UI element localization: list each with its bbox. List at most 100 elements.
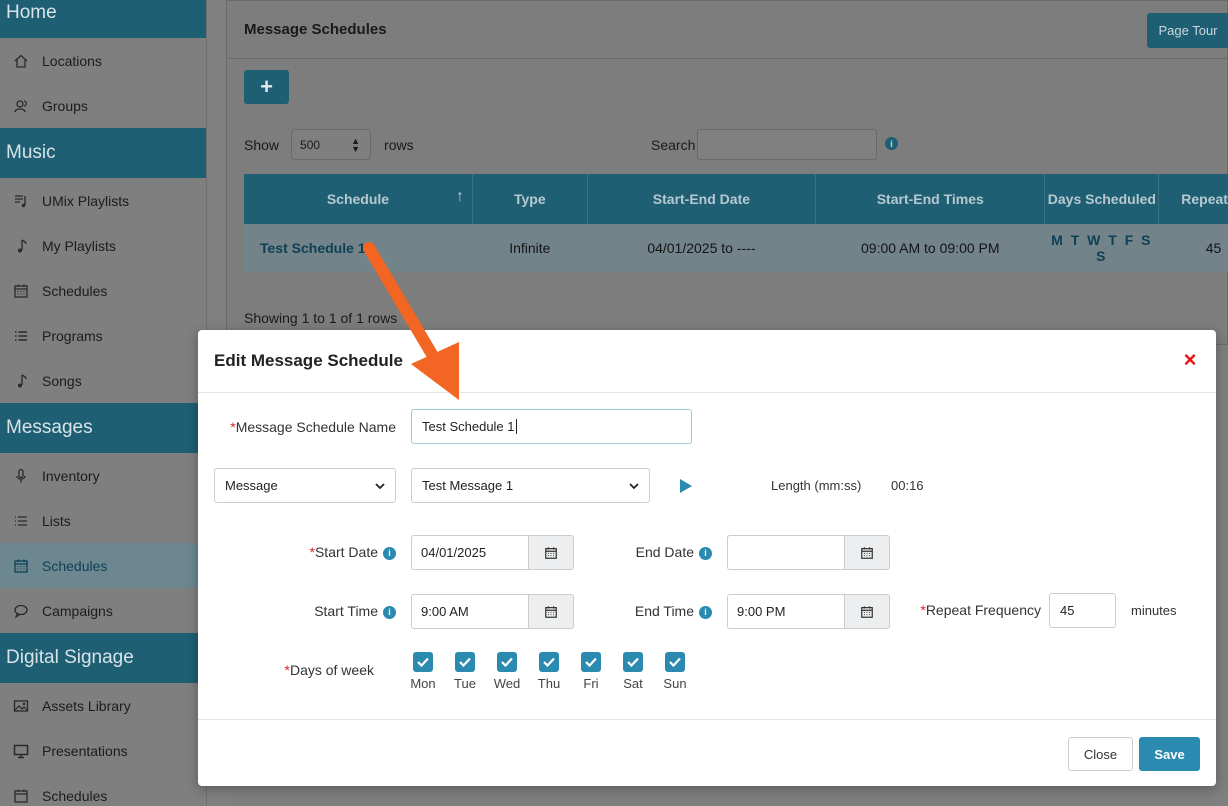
sidebar-item-label: Lists	[42, 512, 71, 529]
days-cell: M T W T F S S	[1044, 224, 1159, 272]
sidebar-item-label: Schedules	[42, 557, 108, 574]
start-time-input[interactable]: 9:00 AM	[411, 594, 528, 629]
checkbox-checked-icon[interactable]	[539, 652, 559, 672]
info-icon[interactable]: i	[699, 605, 712, 619]
schedule-name-link[interactable]: Test Schedule 1	[244, 224, 473, 272]
calendar-icon[interactable]	[844, 594, 890, 629]
calendar-icon[interactable]	[528, 594, 574, 629]
info-icon[interactable]: i	[383, 605, 396, 619]
section-title: Digital Signage	[6, 647, 134, 668]
sidebar-item-music-schedules[interactable]: Schedules	[0, 268, 206, 313]
end-time-picker: 9:00 PM	[727, 594, 890, 629]
days-link[interactable]: M T W T F S S	[1051, 232, 1152, 264]
day-label: Wed	[493, 676, 521, 691]
checkbox-checked-icon[interactable]	[455, 652, 475, 672]
playlist-icon	[13, 193, 29, 209]
sidebar-item-locations[interactable]: Locations	[0, 38, 206, 83]
day-label: Sat	[623, 676, 643, 691]
info-icon[interactable]: i	[699, 546, 712, 560]
checkbox-checked-icon[interactable]	[665, 652, 685, 672]
sidebar-item-my-playlists[interactable]: My Playlists	[0, 223, 206, 268]
message-select[interactable]: Test Message 1	[411, 468, 650, 503]
checkbox-checked-icon[interactable]	[623, 652, 643, 672]
column-header-type[interactable]: Type	[472, 174, 588, 224]
column-header-start-end-times[interactable]: Start-End Times	[815, 174, 1046, 224]
sidebar-item-campaigns[interactable]: Campaigns	[0, 588, 206, 633]
sidebar-item-label: Assets Library	[42, 697, 131, 714]
sidebar-item-inventory[interactable]: Inventory	[0, 453, 206, 498]
sidebar-item-presentations[interactable]: Presentations	[0, 728, 206, 773]
show-label: Show	[244, 136, 280, 153]
start-date-input[interactable]: 04/01/2025	[411, 535, 528, 570]
sidebar-item-groups[interactable]: Groups	[0, 83, 206, 128]
page-tour-button[interactable]: Page Tour	[1147, 13, 1228, 48]
sidebar-item-programs[interactable]: Programs	[0, 313, 206, 358]
monitor-icon	[13, 743, 29, 759]
length-label: Length (mm:ss)	[771, 478, 862, 493]
sort-arrow-up-icon[interactable]: ↑	[456, 188, 464, 206]
chevron-down-icon	[629, 482, 639, 489]
sidebar-item-songs[interactable]: Songs	[0, 358, 206, 403]
close-icon[interactable]: ×	[1180, 349, 1200, 371]
day-label: Thu	[537, 676, 561, 691]
sidebar-item-assets-library[interactable]: Assets Library	[0, 683, 206, 728]
schedule-name-label: *Message Schedule Name	[218, 419, 396, 435]
calendar-icon	[13, 283, 29, 299]
day-checkbox-tue[interactable]: Tue	[450, 652, 480, 691]
day-checkbox-fri[interactable]: Fri	[576, 652, 606, 691]
day-checkbox-thu[interactable]: Thu	[534, 652, 564, 691]
sidebar-item-umix-playlists[interactable]: UMix Playlists	[0, 178, 206, 223]
end-time-label: End Time i	[598, 603, 712, 619]
calendar-icon[interactable]	[844, 535, 890, 570]
checkbox-checked-icon[interactable]	[581, 652, 601, 672]
search-input[interactable]	[697, 129, 877, 160]
close-button[interactable]: Close	[1068, 737, 1133, 771]
day-checkbox-sat[interactable]: Sat	[618, 652, 648, 691]
select-value: Message	[225, 478, 278, 493]
column-header-start-end-date[interactable]: Start-End Date	[587, 174, 817, 224]
content-type-select[interactable]: Message	[214, 468, 396, 503]
sidebar-item-signage-schedules[interactable]: Schedules	[0, 773, 206, 806]
label-text: End Time	[634, 603, 694, 619]
label-text: End Date	[635, 544, 694, 560]
day-checkbox-mon[interactable]: Mon	[408, 652, 438, 691]
sidebar-item-label: Programs	[42, 327, 103, 344]
info-icon[interactable]: i	[383, 546, 396, 560]
day-label: Sun	[663, 676, 687, 691]
label-text: Message Schedule Name	[235, 419, 396, 435]
column-header-repeat[interactable]: Repeat	[1158, 174, 1228, 224]
sidebar-item-label: Campaigns	[42, 602, 113, 619]
type-cell: Infinite	[472, 224, 588, 272]
day-checkbox-wed[interactable]: Wed	[492, 652, 522, 691]
page-title: Message Schedules	[227, 1, 1227, 59]
end-date-label: End Date i	[598, 544, 712, 560]
end-date-picker	[727, 535, 890, 570]
list-icon	[13, 328, 29, 344]
schedule-name-input[interactable]: Test Schedule 1	[411, 409, 692, 444]
add-schedule-button[interactable]: +	[244, 70, 289, 104]
schedules-panel: Message Schedules Page Tour + Show 500 ▲…	[226, 0, 1228, 345]
updown-icon: ▲ ▼	[351, 135, 361, 154]
info-icon[interactable]: i	[885, 137, 898, 150]
repeat-cell: 45	[1158, 224, 1228, 272]
sidebar-item-message-schedules[interactable]: Schedules	[0, 543, 206, 588]
column-header-days-scheduled[interactable]: Days Scheduled	[1044, 174, 1160, 224]
start-date-picker: 04/01/2025	[411, 535, 574, 570]
section-title: Music	[6, 142, 56, 163]
repeat-frequency-label: *Repeat Frequency	[910, 602, 1041, 618]
repeat-frequency-input[interactable]: 45	[1049, 593, 1116, 628]
rows-select[interactable]: 500 ▲ ▼	[291, 129, 372, 160]
modal-footer: Close Save	[198, 719, 1216, 786]
end-date-input[interactable]	[727, 535, 844, 570]
save-button[interactable]: Save	[1139, 737, 1200, 771]
day-checkbox-sun[interactable]: Sun	[660, 652, 690, 691]
checkbox-checked-icon[interactable]	[413, 652, 433, 672]
checkbox-checked-icon[interactable]	[497, 652, 517, 672]
sidebar-item-label: UMix Playlists	[42, 192, 130, 209]
play-icon[interactable]	[679, 478, 693, 494]
column-header-schedule[interactable]: Schedule ↑	[244, 174, 473, 224]
sidebar-item-lists[interactable]: Lists	[0, 498, 206, 543]
table-row: Test Schedule 1 Infinite 04/01/2025 to -…	[244, 224, 1228, 272]
end-time-input[interactable]: 9:00 PM	[727, 594, 844, 629]
calendar-icon[interactable]	[528, 535, 574, 570]
